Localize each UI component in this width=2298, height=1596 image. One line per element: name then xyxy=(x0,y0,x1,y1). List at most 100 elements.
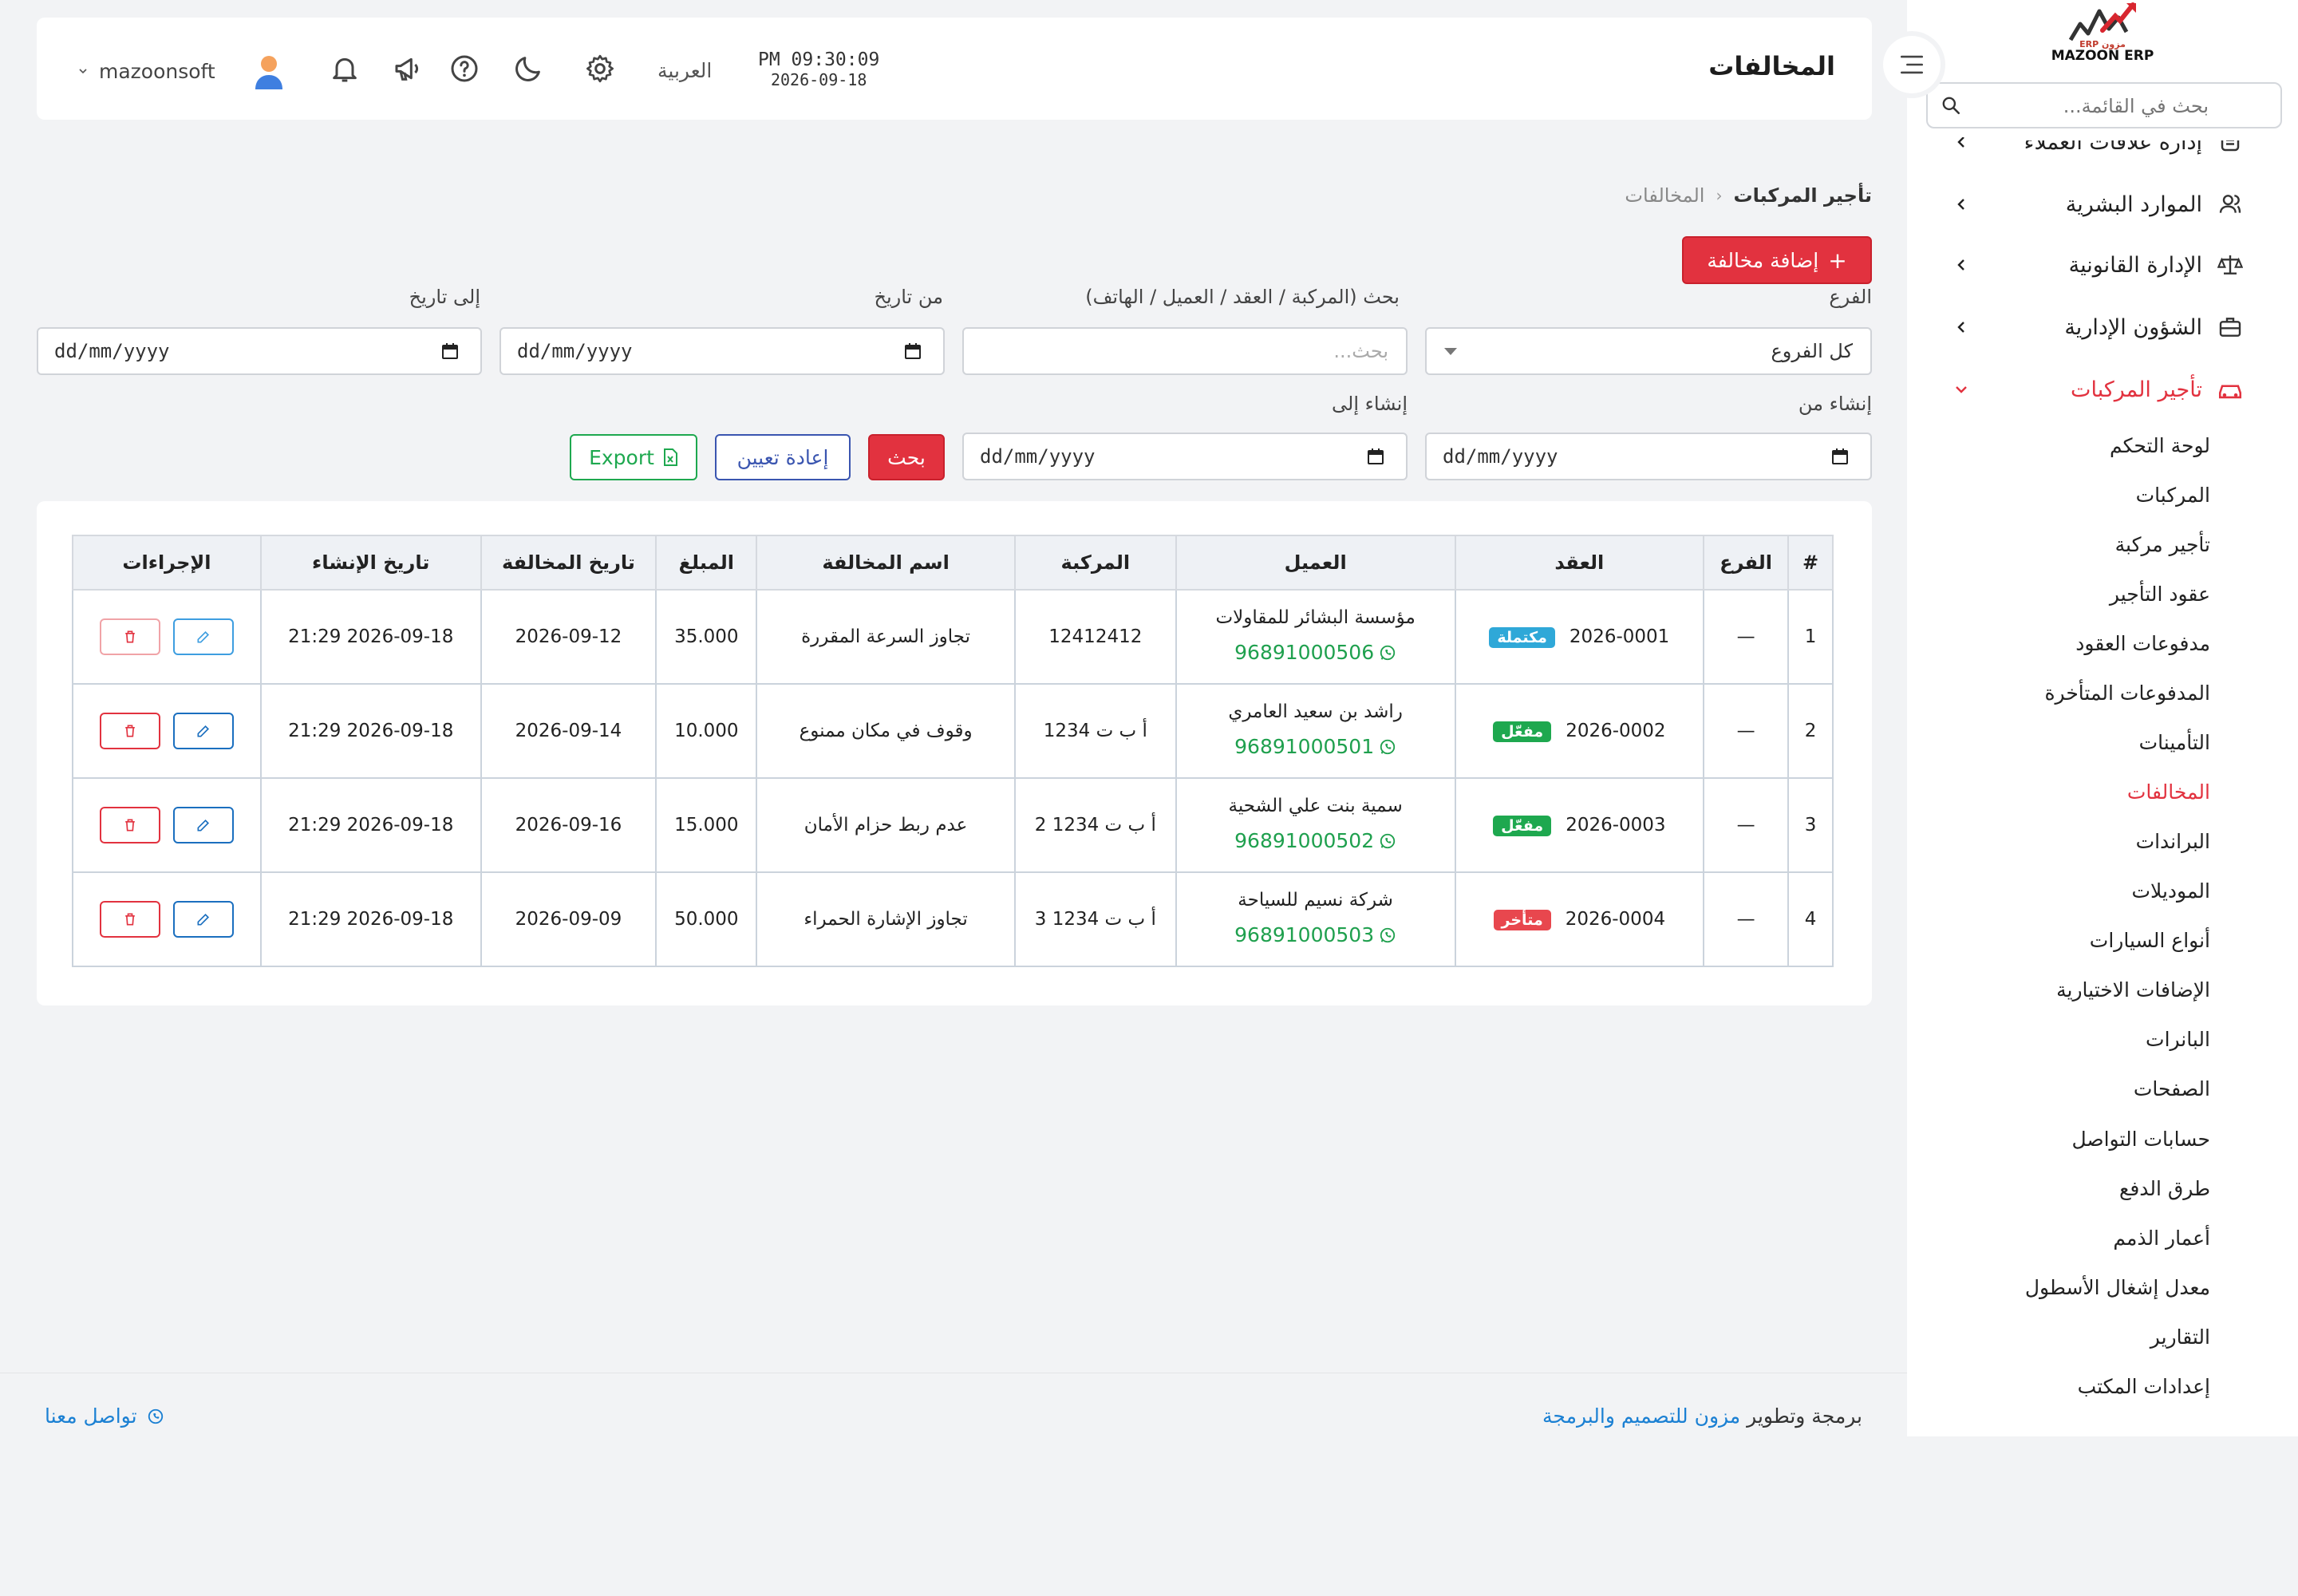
row-violation: عدم ربط حزام الأمان xyxy=(756,777,1016,873)
row-contract: 2026-0003 مفعّل xyxy=(1454,777,1705,873)
chevron-left-icon xyxy=(1957,259,1964,271)
sub-item-rental-contracts[interactable]: عقود التأجير xyxy=(2110,583,2210,606)
sidebar-search-input[interactable] xyxy=(1971,92,2209,120)
contract-number[interactable]: 2026-0004 xyxy=(1566,909,1665,930)
row-violation: تجاوز الإشارة الحمراء xyxy=(756,871,1016,967)
dark-mode-icon[interactable] xyxy=(512,53,544,85)
sidebar-search[interactable] xyxy=(1926,82,2282,128)
edit-button[interactable] xyxy=(172,618,234,655)
brand-logo[interactable]: ERP مزون MAZOON ERP xyxy=(2043,0,2162,65)
sub-item-vehicles[interactable]: المركبات xyxy=(2136,484,2210,507)
sub-item-rent-vehicle[interactable]: تأجير مركبة xyxy=(2115,533,2210,556)
table-row: 1 — 2026-0001 مكتملة مؤسسة البشائر للمقاو… xyxy=(72,589,1834,685)
username: mazoonsoft xyxy=(99,59,215,83)
search-button[interactable]: بحث xyxy=(868,434,945,480)
breadcrumb: تأجير المركبات ‹ المخالفات xyxy=(1625,184,1872,207)
sidebar-item-label: الشؤون الإدارية xyxy=(2064,314,2202,340)
row-amount: 35.000 xyxy=(655,589,758,685)
contract-number[interactable]: 2026-0003 xyxy=(1566,815,1665,836)
delete-button[interactable] xyxy=(100,713,161,749)
help-icon[interactable] xyxy=(448,53,480,85)
breadcrumb-current: المخالفات xyxy=(1625,184,1705,207)
row-violation: تجاوز السرعة المقررة xyxy=(756,589,1016,685)
row-amount: 50.000 xyxy=(655,871,758,967)
created-to-input[interactable]: dd/mm/yyyy xyxy=(962,433,1408,480)
row-contract: 2026-0001 مكتملة xyxy=(1454,589,1705,685)
edit-button[interactable] xyxy=(172,807,234,843)
whatsapp-link[interactable]: 96891000501 xyxy=(1234,729,1396,764)
to-date-input[interactable]: dd/mm/yyyy xyxy=(37,327,482,375)
reset-button[interactable]: إعادة تعيين xyxy=(715,434,851,480)
trash-icon xyxy=(125,725,136,737)
delete-button[interactable] xyxy=(100,807,161,843)
trash-icon xyxy=(125,630,136,643)
sidebar-toggle-button[interactable] xyxy=(1883,36,1941,93)
phone-number: 96891000506 xyxy=(1234,641,1375,664)
sub-item-contract-payments[interactable]: مدفوعات العقود xyxy=(2075,632,2210,655)
export-button[interactable]: Export xyxy=(570,434,697,480)
user-menu[interactable]: mazoonsoft xyxy=(77,51,289,91)
from-date-label: من تاريخ xyxy=(874,286,943,308)
edit-icon xyxy=(197,630,209,643)
sub-item-car-types[interactable]: أنواع السيارات xyxy=(2090,929,2210,952)
avatar xyxy=(255,56,282,89)
sub-item-banners[interactable]: البانرات xyxy=(2146,1028,2210,1051)
contact-us-link[interactable]: تواصل معنا xyxy=(45,1404,164,1428)
sidebar-item-admin[interactable]: الشؤون الإدارية xyxy=(2064,311,2244,343)
whatsapp-link[interactable]: 96891000502 xyxy=(1234,824,1396,859)
sub-item-aging[interactable]: أعمار الذمم xyxy=(2113,1227,2210,1250)
edit-button[interactable] xyxy=(172,713,234,749)
search-input[interactable]: بحث... xyxy=(962,327,1408,375)
sub-item-insurances[interactable]: التأمينات xyxy=(2139,731,2210,754)
sub-item-violations[interactable]: المخالفات xyxy=(2127,780,2210,804)
created-from-input[interactable]: dd/mm/yyyy xyxy=(1425,433,1872,480)
sub-item-social-accounts[interactable]: حسابات التواصل xyxy=(2071,1128,2210,1151)
row-vehicle: 12412412 xyxy=(1013,589,1177,685)
delete-button[interactable] xyxy=(100,618,161,655)
add-violation-button[interactable]: + إضافة مخالفة xyxy=(1682,236,1872,284)
edit-icon xyxy=(197,725,209,737)
sub-item-dashboard[interactable]: لوحة التحكم xyxy=(2110,434,2210,457)
megaphone-icon[interactable] xyxy=(393,53,424,85)
sidebar-item-legal[interactable]: الإدارة القانونية xyxy=(2069,249,2244,281)
sub-item-reports[interactable]: التقارير xyxy=(2150,1325,2210,1349)
branch-select[interactable]: كل الفروع xyxy=(1425,327,1872,375)
sub-item-late-payments[interactable]: المدفوعات المتأخرة xyxy=(2044,681,2210,705)
breadcrumb-parent[interactable]: تأجير المركبات xyxy=(1733,184,1872,207)
footer-prefix: برمجة وتطوير xyxy=(1747,1404,1862,1428)
status-badge: متأخر xyxy=(1493,909,1551,930)
bell-icon[interactable] xyxy=(329,53,361,85)
whatsapp-link[interactable]: 96891000503 xyxy=(1234,918,1396,953)
footer-company-link[interactable]: مزون للتصميم والبرمجة xyxy=(1542,1404,1740,1428)
whatsapp-icon xyxy=(1380,927,1396,943)
sub-item-models[interactable]: الموديلات xyxy=(2132,879,2210,903)
search-placeholder: بحث... xyxy=(1333,340,1388,362)
row-num: 2 xyxy=(1787,683,1834,779)
sub-item-fleet-occupancy[interactable]: معدل إشغال الأسطول xyxy=(2025,1276,2210,1299)
sub-item-office-settings[interactable]: إعدادات المكتب xyxy=(2078,1375,2210,1398)
edit-button[interactable] xyxy=(172,901,234,938)
clock-date: 2026-09-18 xyxy=(770,70,867,89)
from-date-input[interactable]: dd/mm/yyyy xyxy=(499,327,945,375)
contract-number[interactable]: 2026-0001 xyxy=(1570,626,1669,647)
sidebar-item-vehicle-rental[interactable]: تأجير المركبات xyxy=(2071,373,2244,405)
sub-item-extras[interactable]: الإضافات الاختيارية xyxy=(2056,978,2210,1001)
col-actions: الإجراءات xyxy=(72,535,262,591)
search-label: بحث (المركبة / العقد / العميل / الهاتف) xyxy=(1085,286,1400,308)
language-switch[interactable]: العربية xyxy=(657,59,712,82)
chevron-down-icon xyxy=(1956,386,1967,393)
edit-icon xyxy=(197,913,209,926)
settings-icon[interactable] xyxy=(584,53,616,85)
contract-number[interactable]: 2026-0002 xyxy=(1566,721,1665,741)
top-header: المخالفات PM 09:30:09 2026-09-18 العربية… xyxy=(37,18,1872,120)
row-actions xyxy=(72,589,262,685)
col-branch: الفرع xyxy=(1703,535,1790,591)
delete-button[interactable] xyxy=(100,901,161,938)
sub-item-payment-methods[interactable]: طرق الدفع xyxy=(2119,1177,2210,1200)
whatsapp-link[interactable]: 96891000506 xyxy=(1234,635,1396,670)
sidebar-item-hr[interactable]: الموارد البشرية xyxy=(2066,188,2244,220)
status-badge: مفعّل xyxy=(1493,721,1552,742)
sub-item-pages[interactable]: الصفحات xyxy=(2134,1077,2210,1100)
row-created: 2026-09-18 21:29 xyxy=(259,683,482,779)
sub-item-brands[interactable]: البراندات xyxy=(2136,830,2210,853)
